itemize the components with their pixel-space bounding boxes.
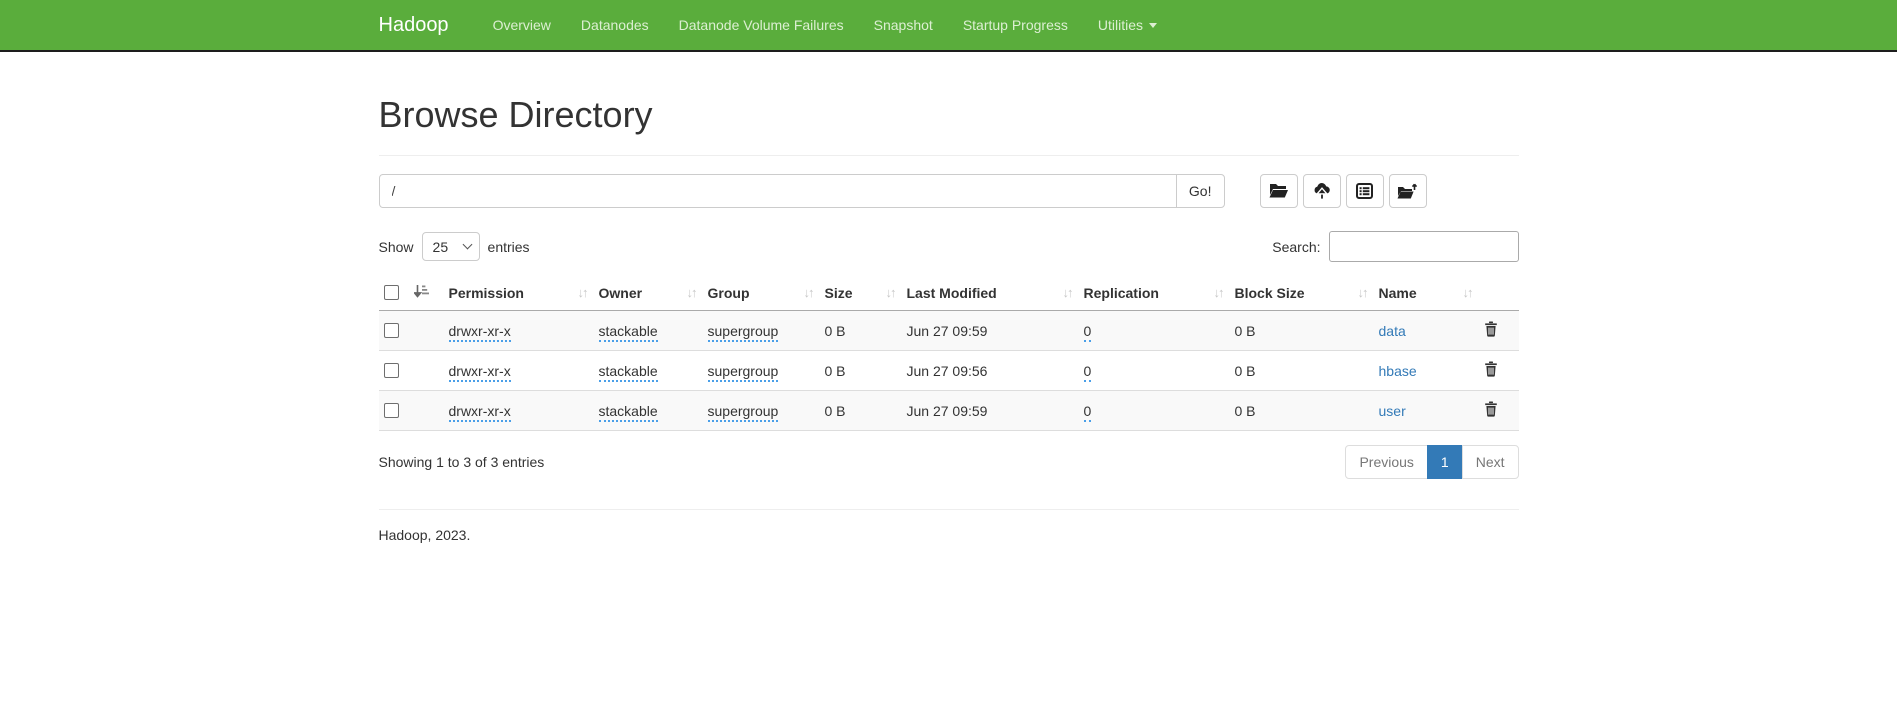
block-size-value: 0 B: [1235, 363, 1256, 379]
sort-icon[interactable]: ↓↑: [1214, 285, 1223, 300]
sort-icon[interactable]: ↓↑: [578, 285, 587, 300]
entries-label: entries: [488, 239, 530, 255]
search-label: Search:: [1272, 239, 1320, 255]
permission-value[interactable]: drwxr-xr-x: [449, 403, 511, 422]
search-input[interactable]: [1329, 231, 1519, 262]
path-input-group: Go!: [379, 174, 1225, 208]
sort-icon[interactable]: ↓↑: [1358, 285, 1367, 300]
column-header-name[interactable]: Name: [1379, 285, 1417, 301]
column-header-last-modified[interactable]: Last Modified: [907, 285, 997, 301]
block-size-value: 0 B: [1235, 403, 1256, 419]
row-checkbox[interactable]: [384, 363, 399, 378]
nav-item-datanode-volume-failures[interactable]: Datanode Volume Failures: [664, 2, 859, 48]
replication-value[interactable]: 0: [1084, 403, 1092, 422]
table-controls: Show 25 entries Search:: [379, 231, 1519, 262]
upload-file-button[interactable]: [1303, 174, 1341, 208]
page-title: Browse Directory: [379, 94, 1519, 136]
pagination-next[interactable]: Next: [1462, 445, 1519, 479]
row-checkbox[interactable]: [384, 323, 399, 338]
trash-icon[interactable]: [1484, 401, 1498, 420]
pagination-previous[interactable]: Previous: [1345, 445, 1427, 479]
size-value: 0 B: [825, 363, 846, 379]
table-row: drwxr-xr-x stackable supergroup 0 B Jun …: [379, 311, 1519, 351]
column-header-permission[interactable]: Permission: [449, 285, 524, 301]
last-modified-value: Jun 27 09:59: [907, 403, 988, 419]
brand-link[interactable]: Hadoop: [379, 0, 464, 52]
file-action-buttons: [1260, 174, 1427, 208]
group-value[interactable]: supergroup: [708, 403, 779, 422]
sort-icon[interactable]: ↓↑: [1063, 285, 1072, 300]
owner-value[interactable]: stackable: [599, 363, 658, 382]
table-footer: Showing 1 to 3 of 3 entries Previous 1 N…: [379, 445, 1519, 479]
size-value: 0 B: [825, 323, 846, 339]
owner-value[interactable]: stackable: [599, 403, 658, 422]
replication-value[interactable]: 0: [1084, 363, 1092, 382]
sort-icon[interactable]: ↓↑: [886, 285, 895, 300]
permission-value[interactable]: drwxr-xr-x: [449, 363, 511, 382]
page-header: Browse Directory: [379, 94, 1519, 136]
column-header-replication[interactable]: Replication: [1084, 285, 1159, 301]
nav-item-utilities-label: Utilities: [1098, 17, 1143, 33]
table-row: drwxr-xr-x stackable supergroup 0 B Jun …: [379, 351, 1519, 391]
caret-down-icon: [1149, 23, 1157, 28]
group-value[interactable]: supergroup: [708, 363, 779, 382]
sort-icon[interactable]: ↓↑: [804, 285, 813, 300]
permission-value[interactable]: drwxr-xr-x: [449, 323, 511, 342]
nav-item-snapshot[interactable]: Snapshot: [859, 2, 948, 48]
directory-table: Permission ↓↑ Owner ↓↑ Group ↓↑ Size ↓↑ …: [379, 275, 1519, 431]
file-list-button[interactable]: [1346, 174, 1384, 208]
directory-table-body: drwxr-xr-x stackable supergroup 0 B Jun …: [379, 311, 1519, 431]
size-value: 0 B: [825, 403, 846, 419]
show-entries-control: Show 25 entries: [379, 232, 530, 261]
pagination: Previous 1 Next: [1345, 445, 1518, 479]
go-button[interactable]: Go!: [1176, 174, 1225, 208]
footer-text: Hadoop, 2023.: [379, 527, 1519, 543]
search-control: Search:: [1272, 231, 1518, 262]
show-label: Show: [379, 239, 414, 255]
column-header-block-size[interactable]: Block Size: [1235, 285, 1305, 301]
directory-link[interactable]: data: [1379, 323, 1406, 339]
group-value[interactable]: supergroup: [708, 323, 779, 342]
pagination-page-1[interactable]: 1: [1427, 445, 1463, 479]
top-navbar: Hadoop Overview Datanodes Datanode Volum…: [0, 0, 1897, 52]
sort-active-icon[interactable]: [414, 284, 429, 301]
page-size-select[interactable]: 25: [422, 232, 480, 261]
nav-item-startup-progress[interactable]: Startup Progress: [948, 2, 1083, 48]
footer-divider: [379, 509, 1519, 510]
sort-icon[interactable]: ↓↑: [1463, 285, 1472, 300]
row-checkbox[interactable]: [384, 403, 399, 418]
nav-item-datanodes[interactable]: Datanodes: [566, 2, 664, 48]
replication-value[interactable]: 0: [1084, 323, 1092, 342]
column-header-group[interactable]: Group: [708, 285, 750, 301]
last-modified-value: Jun 27 09:56: [907, 363, 988, 379]
toolbar: Go!: [379, 174, 1519, 208]
column-header-owner[interactable]: Owner: [599, 285, 643, 301]
folder-open-icon: [1269, 183, 1289, 199]
entries-summary: Showing 1 to 3 of 3 entries: [379, 454, 545, 470]
column-header-size[interactable]: Size: [825, 285, 853, 301]
sort-icon[interactable]: ↓↑: [687, 285, 696, 300]
block-size-value: 0 B: [1235, 323, 1256, 339]
trash-icon[interactable]: [1484, 321, 1498, 340]
directory-path-input[interactable]: [379, 174, 1177, 208]
list-alt-icon: [1356, 183, 1373, 199]
open-folder-button[interactable]: [1260, 174, 1298, 208]
last-modified-value: Jun 27 09:59: [907, 323, 988, 339]
owner-value[interactable]: stackable: [599, 323, 658, 342]
directory-link[interactable]: hbase: [1379, 363, 1417, 379]
nav-item-overview[interactable]: Overview: [478, 2, 566, 48]
create-directory-button[interactable]: [1389, 174, 1427, 208]
cloud-upload-icon: [1312, 183, 1332, 200]
table-header-row: Permission ↓↑ Owner ↓↑ Group ↓↑ Size ↓↑ …: [379, 275, 1519, 311]
page-size-select-wrap: 25: [422, 232, 480, 261]
select-all-checkbox[interactable]: [384, 285, 399, 300]
header-divider: [379, 155, 1519, 156]
table-row: drwxr-xr-x stackable supergroup 0 B Jun …: [379, 391, 1519, 431]
nav-item-utilities-dropdown[interactable]: Utilities: [1083, 2, 1172, 48]
new-folder-icon: [1397, 183, 1418, 200]
directory-link[interactable]: user: [1379, 403, 1406, 419]
trash-icon[interactable]: [1484, 361, 1498, 380]
